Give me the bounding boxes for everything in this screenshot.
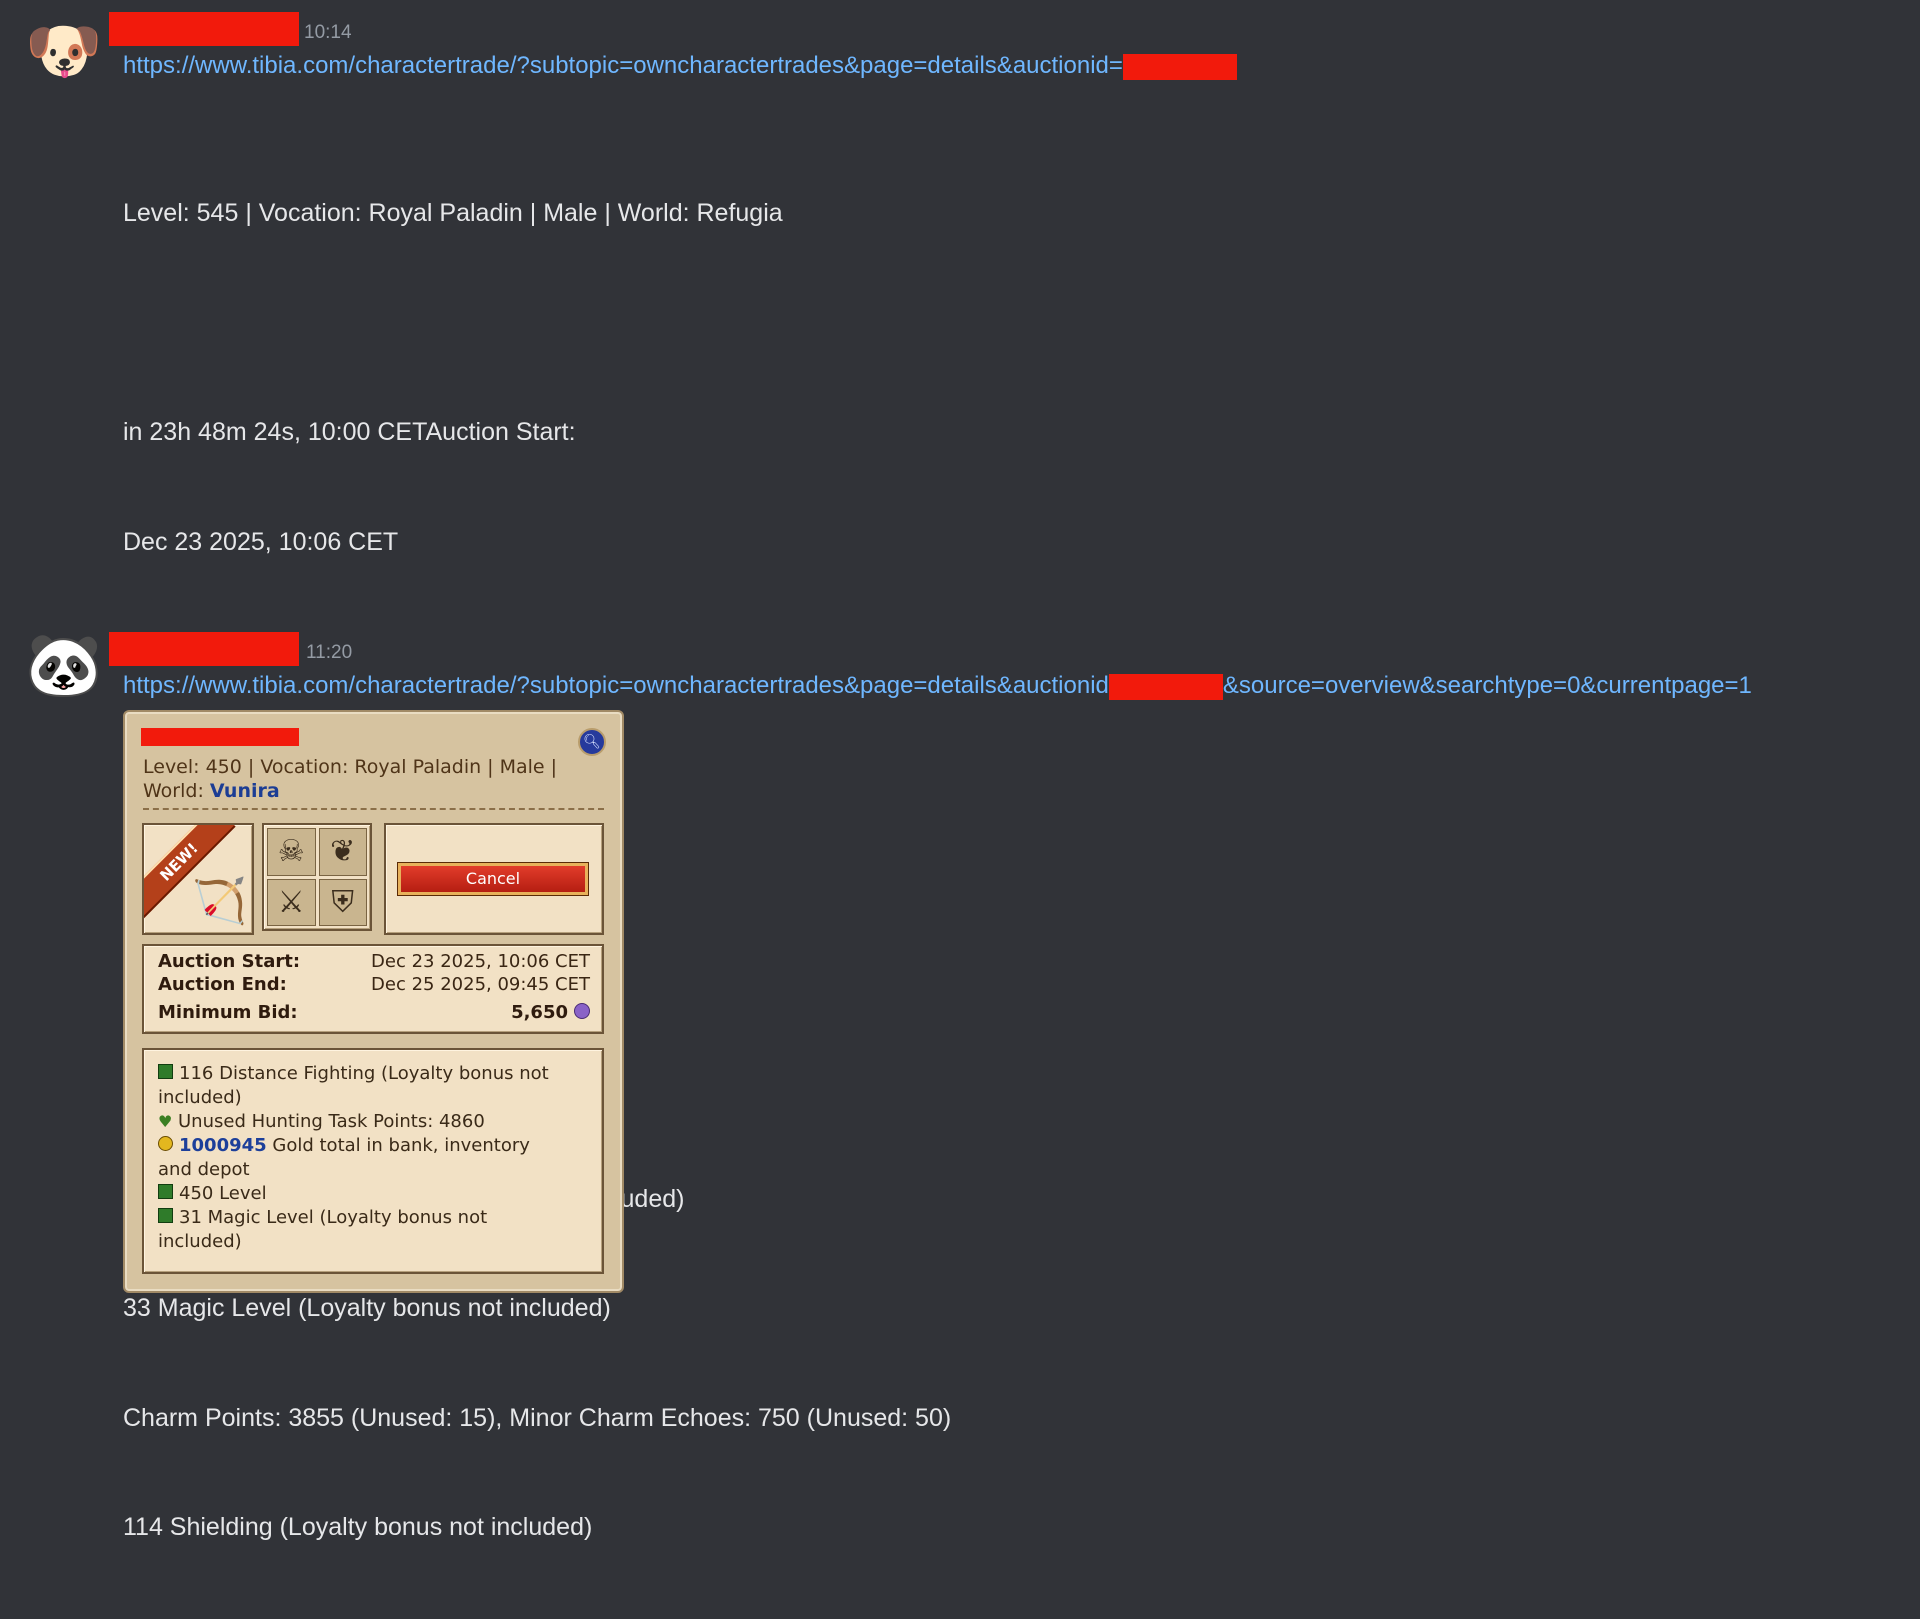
cancel-box: Cancel xyxy=(384,823,604,935)
link-text[interactable]: https://www.tibia.com/charactertrade/?su… xyxy=(123,52,1123,79)
armor-item-icon: ⛨ xyxy=(318,878,367,926)
avatar-panda[interactable]: 🐼 xyxy=(25,628,102,704)
avatar-dog[interactable]: 🐶 xyxy=(25,14,102,90)
auction-link[interactable]: https://www.tibia.com/charactertrade/?su… xyxy=(123,672,1752,700)
feature-text: Gold total in bank, inventory xyxy=(266,1135,530,1156)
feature-gold-total-cont: and depot xyxy=(158,1159,250,1180)
featured-items-box: ☠ ❦ ⚔ ⛨ xyxy=(262,823,372,931)
skill-icon xyxy=(158,1184,173,1199)
character-summary-line1: Level: 450 | Vocation: Royal Paladin | M… xyxy=(143,756,558,778)
gold-value: 1000945 xyxy=(179,1135,267,1156)
redacted-auction-id xyxy=(1108,673,1223,700)
feature-text: Unused Hunting Task Points: 4860 xyxy=(178,1111,485,1132)
link-text-part2[interactable]: &source=overview&searchtype=0&currentpag… xyxy=(1223,672,1752,699)
auction-card-image[interactable]: 🔍︎ Level: 450 | Vocation: Royal Paladin … xyxy=(123,710,624,1293)
world-value: Vunira xyxy=(209,780,280,802)
feature-gold-total: 1000945 Gold total in bank, inventory xyxy=(158,1134,586,1158)
redacted-username[interactable] xyxy=(109,12,299,46)
heart-icon: ♥ xyxy=(158,1112,173,1131)
feature-level: 450 Level xyxy=(158,1182,586,1206)
skill-icon xyxy=(158,1064,173,1079)
body-line: Dec 23 2025, 10:06 CET xyxy=(123,527,399,556)
redacted-auction-id xyxy=(1122,53,1237,80)
message-timestamp: 11:20 xyxy=(306,642,353,663)
dashed-divider xyxy=(143,808,604,810)
gold-coin-icon xyxy=(158,1136,173,1151)
feature-distance-fighting: 116 Distance Fighting (Loyalty bonus not xyxy=(158,1062,586,1086)
world-label: World: xyxy=(143,780,210,802)
helmet-item-icon: ☠ xyxy=(267,828,316,876)
body-line: in 23h 48m 24s, 10:00 CETAuction Start: xyxy=(123,418,576,446)
character-outfit-icon: 🏹 xyxy=(192,876,247,927)
tibia-coin-icon xyxy=(574,1003,590,1019)
redacted-character-name xyxy=(141,728,299,746)
feature-magic-level: 31 Magic Level (Loyalty bonus not xyxy=(158,1206,586,1230)
crossbow-item-icon: ⚔ xyxy=(267,878,316,926)
feature-text: 450 Level xyxy=(179,1183,267,1204)
auction-end-value: Dec 25 2025, 09:45 CET xyxy=(371,974,590,995)
body-line xyxy=(123,305,951,342)
feature-hunting-points: ♥ Unused Hunting Task Points: 4860 xyxy=(158,1110,586,1134)
message-timestamp: 10:14 xyxy=(304,22,352,43)
skill-icon xyxy=(158,1208,173,1223)
body-line: 114 Shielding (Loyalty bonus not include… xyxy=(123,1513,593,1541)
minimum-bid-value-wrap: 5,650 xyxy=(511,1002,590,1023)
auction-end-label: Auction End: xyxy=(158,974,287,995)
link-text-part1[interactable]: https://www.tibia.com/charactertrade/?su… xyxy=(123,672,1109,699)
feature-distance-fighting-cont: included) xyxy=(158,1087,242,1108)
body-line: 33 Magic Level (Loyalty bonus not includ… xyxy=(123,1294,611,1322)
auction-start-value: Dec 23 2025, 10:06 CET xyxy=(371,951,590,972)
character-portrait-box: NEW! 🏹 xyxy=(142,823,254,935)
minimum-bid-label: Minimum Bid: xyxy=(158,1002,298,1023)
wings-item-icon: ❦ xyxy=(318,828,367,876)
body-line: Charm Points: 3855 (Unused: 15), Minor C… xyxy=(123,1403,952,1432)
body-line: Level: 545 | Vocation: Royal Paladin | M… xyxy=(123,199,783,227)
auction-start-label: Auction Start: xyxy=(158,951,301,972)
magnifier-icon[interactable]: 🔍︎ xyxy=(578,728,606,756)
redacted-username[interactable] xyxy=(109,632,299,666)
auction-link[interactable]: https://www.tibia.com/charactertrade/?su… xyxy=(123,52,1237,80)
auction-info-box: Auction Start: Dec 23 2025, 10:06 CET Au… xyxy=(142,944,604,1034)
features-box: 116 Distance Fighting (Loyalty bonus not… xyxy=(142,1048,604,1274)
character-summary-line2: World: Vunira xyxy=(143,780,280,802)
feature-text: 116 Distance Fighting (Loyalty bonus not xyxy=(179,1063,549,1084)
cancel-button[interactable]: Cancel xyxy=(398,863,588,895)
feature-text: 31 Magic Level (Loyalty bonus not xyxy=(179,1207,488,1228)
feature-magic-level-cont: included) xyxy=(158,1231,242,1252)
minimum-bid-value: 5,650 xyxy=(511,1002,568,1023)
